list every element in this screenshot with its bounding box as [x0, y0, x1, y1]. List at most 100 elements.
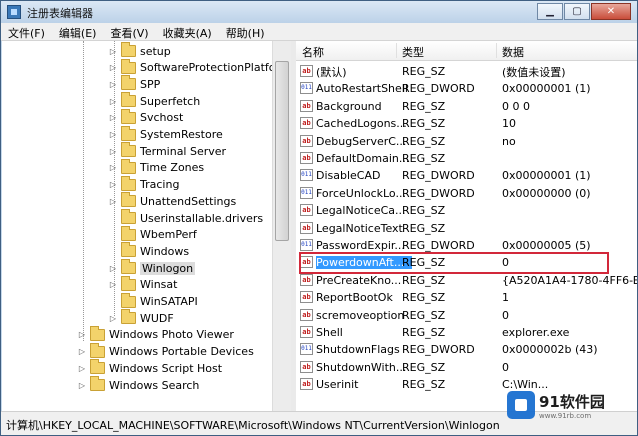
string-value-icon: ab	[300, 308, 313, 321]
value-type: REG_SZ	[402, 99, 446, 113]
value-row[interactable]: ab (默认) REG_SZ (数值未设置)	[296, 63, 637, 80]
value-row[interactable]: ab Background REG_SZ 0 0 0	[296, 98, 637, 115]
value-data: 10	[502, 117, 516, 131]
value-row[interactable]: 011 ForceUnlockLo... REG_DWORD 0x00000000 (…	[296, 185, 637, 202]
menu-edit[interactable]: 编辑(E)	[52, 23, 104, 40]
tree-item[interactable]: ▷ Svchost	[108, 108, 183, 126]
expand-arrow-icon[interactable]: ▷	[77, 364, 87, 373]
tree-item-label: Tracing	[140, 178, 180, 192]
folder-icon	[121, 75, 136, 91]
expand-arrow-icon[interactable]: ▷	[108, 47, 118, 56]
value-type: REG_SZ	[402, 65, 446, 78]
tree-item[interactable]: ▷ Windows Photo Viewer	[77, 325, 234, 343]
value-type: REG_DWORD	[402, 239, 475, 252]
tree-item[interactable]: Windows	[108, 242, 189, 259]
tree-item[interactable]: ▷ Windows Portable Devices	[77, 342, 254, 360]
tree-item-label: Superfetch	[140, 94, 201, 108]
key-tree-pane[interactable]: ▷ setup ▷ SoftwareProtectionPlatform ▷ SPP ▷ Su…	[2, 41, 291, 411]
value-row[interactable]: ab ReportBootOk REG_SZ 1	[296, 289, 637, 306]
value-type: REG_DWORD	[402, 343, 475, 357]
value-type: REG_SZ	[402, 117, 446, 131]
tree-item[interactable]: ▷ Windows Script Host	[77, 359, 222, 376]
folder-icon	[90, 359, 105, 375]
value-row[interactable]: ab ShutdownWith... REG_SZ 0	[296, 359, 637, 376]
expand-arrow-icon[interactable]: ▷	[108, 147, 118, 156]
menu-file[interactable]: 文件(F)	[1, 23, 52, 40]
value-row[interactable]: ab LegalNoticeText REG_SZ	[296, 220, 637, 237]
value-row[interactable]: ab CachedLogons... REG_SZ 10	[296, 115, 637, 132]
registry-app-icon	[7, 5, 21, 19]
tree-scroll-thumb[interactable]	[275, 61, 289, 241]
tree-item[interactable]: ▷ SoftwareProtectionPlatform	[108, 58, 291, 76]
folder-icon	[90, 325, 105, 341]
value-data: 0x00000001 (1)	[502, 82, 591, 96]
expand-arrow-icon[interactable]: ▷	[77, 381, 87, 390]
expand-arrow-icon[interactable]: ▷	[108, 80, 118, 89]
column-name[interactable]: 名称	[302, 44, 324, 60]
tree-item[interactable]: ▷ UnattendSettings	[108, 192, 236, 209]
folder-icon	[90, 342, 105, 358]
title-bar[interactable]: 注册表编辑器 ▁ ▢ ✕	[1, 1, 637, 23]
tree-item[interactable]: Userinstallable.drivers	[108, 209, 263, 226]
folder-icon	[121, 242, 136, 258]
column-separator[interactable]	[396, 43, 397, 58]
expand-arrow-icon[interactable]: ▷	[108, 197, 118, 206]
expand-arrow-icon[interactable]: ▷	[108, 113, 118, 122]
value-row[interactable]: ab LegalNoticeCa... REG_SZ	[296, 202, 637, 219]
value-row[interactable]: 011 ShutdownFlags REG_DWORD 0x0000002b (43)	[296, 341, 637, 358]
tree-item[interactable]: WinSATAPI	[108, 292, 198, 310]
expand-arrow-icon[interactable]: ▷	[108, 163, 118, 172]
menu-view[interactable]: 查看(V)	[103, 23, 155, 40]
folder-icon	[121, 225, 136, 241]
expand-arrow-icon[interactable]: ▷	[108, 130, 118, 139]
value-data: 0x00000005 (5)	[502, 239, 591, 252]
value-type: REG_SZ	[402, 204, 446, 218]
expand-arrow-icon[interactable]: ▷	[108, 280, 118, 289]
tree-item-label: Winlogon	[140, 261, 196, 275]
expand-arrow-icon[interactable]: ▷	[108, 63, 118, 72]
maximize-button[interactable]: ▢	[564, 3, 590, 20]
string-value-icon: ab	[300, 221, 313, 234]
value-row[interactable]: ab Shell REG_SZ explorer.exe	[296, 324, 637, 341]
expand-arrow-icon[interactable]: ▷	[108, 180, 118, 189]
expand-arrow-icon[interactable]: ▷	[108, 264, 118, 273]
tree-item[interactable]: ▷ Superfetch	[108, 92, 201, 109]
minimize-button[interactable]: ▁	[537, 3, 563, 20]
tree-item[interactable]: ▷ Terminal Server	[108, 142, 226, 159]
tree-item[interactable]: ▷ SPP	[108, 75, 160, 92]
tree-item[interactable]: ▷ Winlogon	[108, 259, 196, 276]
value-row[interactable]: ab PreCreateKno... REG_SZ {A520A1A4-1780-4F…	[296, 272, 637, 289]
column-data[interactable]: 数据	[502, 44, 524, 60]
dword-value-icon: 011	[300, 82, 313, 95]
tree-item[interactable]: ▷ Tracing	[108, 175, 180, 193]
tree-item-label: Windows Search	[109, 378, 200, 392]
expand-arrow-icon[interactable]: ▷	[108, 314, 118, 323]
expand-arrow-icon[interactable]: ▷	[108, 97, 118, 106]
tree-item[interactable]: ▷ SystemRestore	[108, 125, 223, 143]
tree-vertical-scrollbar[interactable]	[272, 41, 291, 411]
value-row[interactable]: 011 AutoRestartShell REG_DWORD 0x00000001 (…	[296, 80, 637, 97]
tree-item[interactable]: ▷ Time Zones	[108, 158, 204, 176]
value-data: 0	[502, 308, 509, 322]
menu-favorites[interactable]: 收藏夹(A)	[156, 23, 219, 40]
tree-item[interactable]: ▷ Windows Search	[77, 376, 200, 393]
value-name: Background	[316, 99, 382, 113]
tree-item[interactable]: ▷ setup	[108, 42, 171, 59]
values-pane[interactable]: 名称 类型 数据 ab (默认) REG_SZ (数值未设置) 011 AutoResta…	[296, 41, 637, 411]
column-type[interactable]: 类型	[402, 44, 424, 60]
value-row[interactable]: ab DefaultDomain... REG_SZ	[296, 150, 637, 167]
string-value-icon: ab	[300, 273, 313, 286]
tree-item[interactable]: ▷ Winsat	[108, 275, 177, 293]
close-button[interactable]: ✕	[591, 3, 631, 20]
string-value-icon: ab	[300, 65, 313, 77]
expand-arrow-icon[interactable]: ▷	[77, 347, 87, 356]
value-row[interactable]: ab DebugServerC... REG_SZ no	[296, 133, 637, 150]
menu-help[interactable]: 帮助(H)	[219, 23, 272, 40]
expand-arrow-icon[interactable]: ▷	[77, 330, 87, 339]
tree-item-label: WinSATAPI	[140, 295, 198, 308]
tree-item[interactable]: WbemPerf	[108, 225, 197, 243]
tree-item[interactable]: ▷ WUDF	[108, 309, 174, 326]
value-row[interactable]: 011 DisableCAD REG_DWORD 0x00000001 (1)	[296, 167, 637, 184]
value-row[interactable]: ab scremoveoption REG_SZ 0	[296, 307, 637, 324]
column-separator[interactable]	[496, 43, 497, 58]
